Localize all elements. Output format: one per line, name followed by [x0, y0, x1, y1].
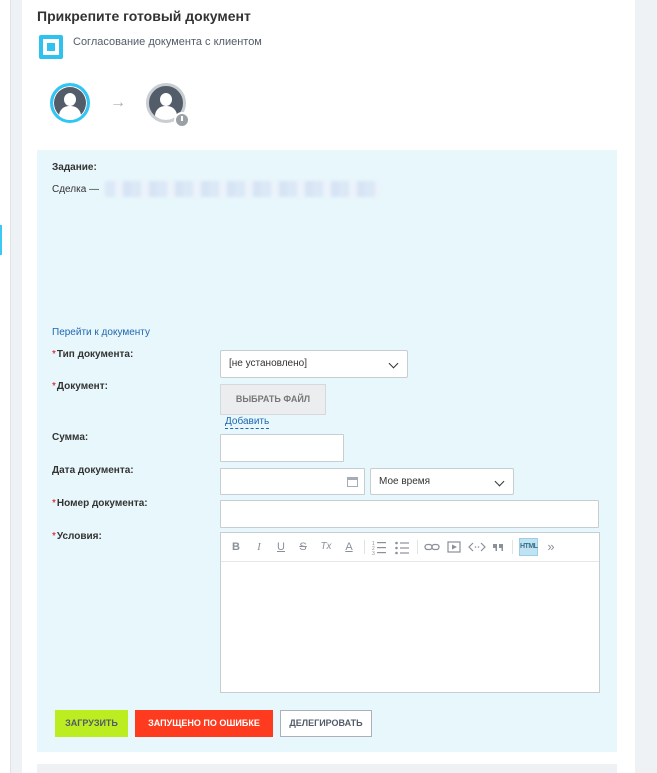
- delegate-button[interactable]: ДЕЛЕГИРОВАТЬ: [280, 710, 372, 737]
- bullet-list-icon[interactable]: [395, 539, 409, 555]
- left-sidebar-strip: [0, 0, 11, 773]
- clock-icon: [174, 112, 190, 128]
- doc-date-input[interactable]: [220, 468, 365, 495]
- sum-input[interactable]: [220, 434, 344, 462]
- required-mark: *: [52, 349, 56, 360]
- sum-label: Сумма:: [52, 432, 89, 443]
- more-tools-button[interactable]: »: [545, 539, 557, 555]
- upload-button[interactable]: ЗАГРУЗИТЬ: [55, 710, 128, 737]
- html-mode-button[interactable]: HTML: [519, 538, 538, 556]
- bold-button[interactable]: B: [229, 539, 243, 555]
- chevron-down-icon: [388, 358, 399, 369]
- document-label: *Документ:: [52, 381, 108, 392]
- deal-name-redacted: [105, 181, 380, 197]
- task-panel: Прикрепите готовый документ Согласование…: [22, 0, 635, 773]
- link-icon[interactable]: [424, 539, 440, 555]
- toolbar-separator: [417, 540, 418, 554]
- choose-file-button[interactable]: ВЫБРАТЬ ФАЙЛ: [220, 384, 326, 415]
- chevron-down-icon: [494, 476, 505, 487]
- user-silhouette-icon: [160, 93, 172, 106]
- conditions-label: *Условия:: [52, 531, 102, 542]
- deal-prefix: Сделка —: [52, 184, 100, 195]
- quote-icon[interactable]: [492, 539, 504, 555]
- doc-type-label: *Тип документа:: [52, 349, 134, 360]
- svg-text:3: 3: [372, 551, 375, 555]
- arrow-right-icon: →: [110, 94, 126, 111]
- doc-number-input[interactable]: [220, 500, 599, 528]
- doc-date-label: Дата документа:: [52, 465, 134, 476]
- required-mark: *: [52, 498, 56, 509]
- sidebar-marker: [0, 225, 2, 255]
- strikethrough-button[interactable]: S: [296, 539, 310, 555]
- started-by-error-button[interactable]: ЗАПУЩЕНО ПО ОШИБКЕ: [135, 710, 273, 737]
- required-mark: *: [52, 531, 56, 542]
- numbered-list-icon[interactable]: 1 2 3: [372, 539, 386, 555]
- user-silhouette-icon: [64, 93, 76, 106]
- toolbar-separator: [364, 540, 365, 554]
- video-icon[interactable]: [447, 539, 461, 555]
- font-color-button[interactable]: A: [342, 539, 356, 555]
- doc-type-select[interactable]: [не установлено]: [220, 350, 408, 378]
- timezone-value: Мое время: [379, 476, 431, 487]
- italic-button[interactable]: I: [252, 539, 266, 555]
- remove-format-button[interactable]: Tx: [318, 539, 334, 555]
- page-title: Прикрепите готовый документ: [37, 8, 251, 24]
- add-file-link[interactable]: Добавить: [225, 416, 270, 429]
- toolbar-separator: [512, 540, 513, 554]
- current-user-avatar[interactable]: [50, 83, 90, 123]
- process-name: Согласование документа с клиентом: [73, 36, 262, 48]
- business-process-icon: [39, 35, 63, 59]
- editor-toolbar: B I U S Tx A 1 2 3 HTML »: [221, 533, 599, 562]
- doc-type-value: [не установлено]: [229, 358, 307, 369]
- footer-divider: [37, 764, 617, 773]
- conditions-editor[interactable]: B I U S Tx A 1 2 3 HTML »: [220, 532, 600, 693]
- calendar-icon[interactable]: [347, 477, 358, 487]
- task-form: Задание: Сделка — Перейти к документу *Т…: [37, 150, 617, 752]
- underline-button[interactable]: U: [274, 539, 288, 555]
- task-label: Задание:: [52, 162, 97, 173]
- required-mark: *: [52, 381, 56, 392]
- deal-line: Сделка —: [52, 184, 99, 195]
- go-to-document-link[interactable]: Перейти к документу: [52, 327, 150, 338]
- doc-number-label: *Номер документа:: [52, 498, 148, 509]
- timezone-select[interactable]: Мое время: [370, 468, 514, 495]
- code-icon[interactable]: [468, 539, 486, 555]
